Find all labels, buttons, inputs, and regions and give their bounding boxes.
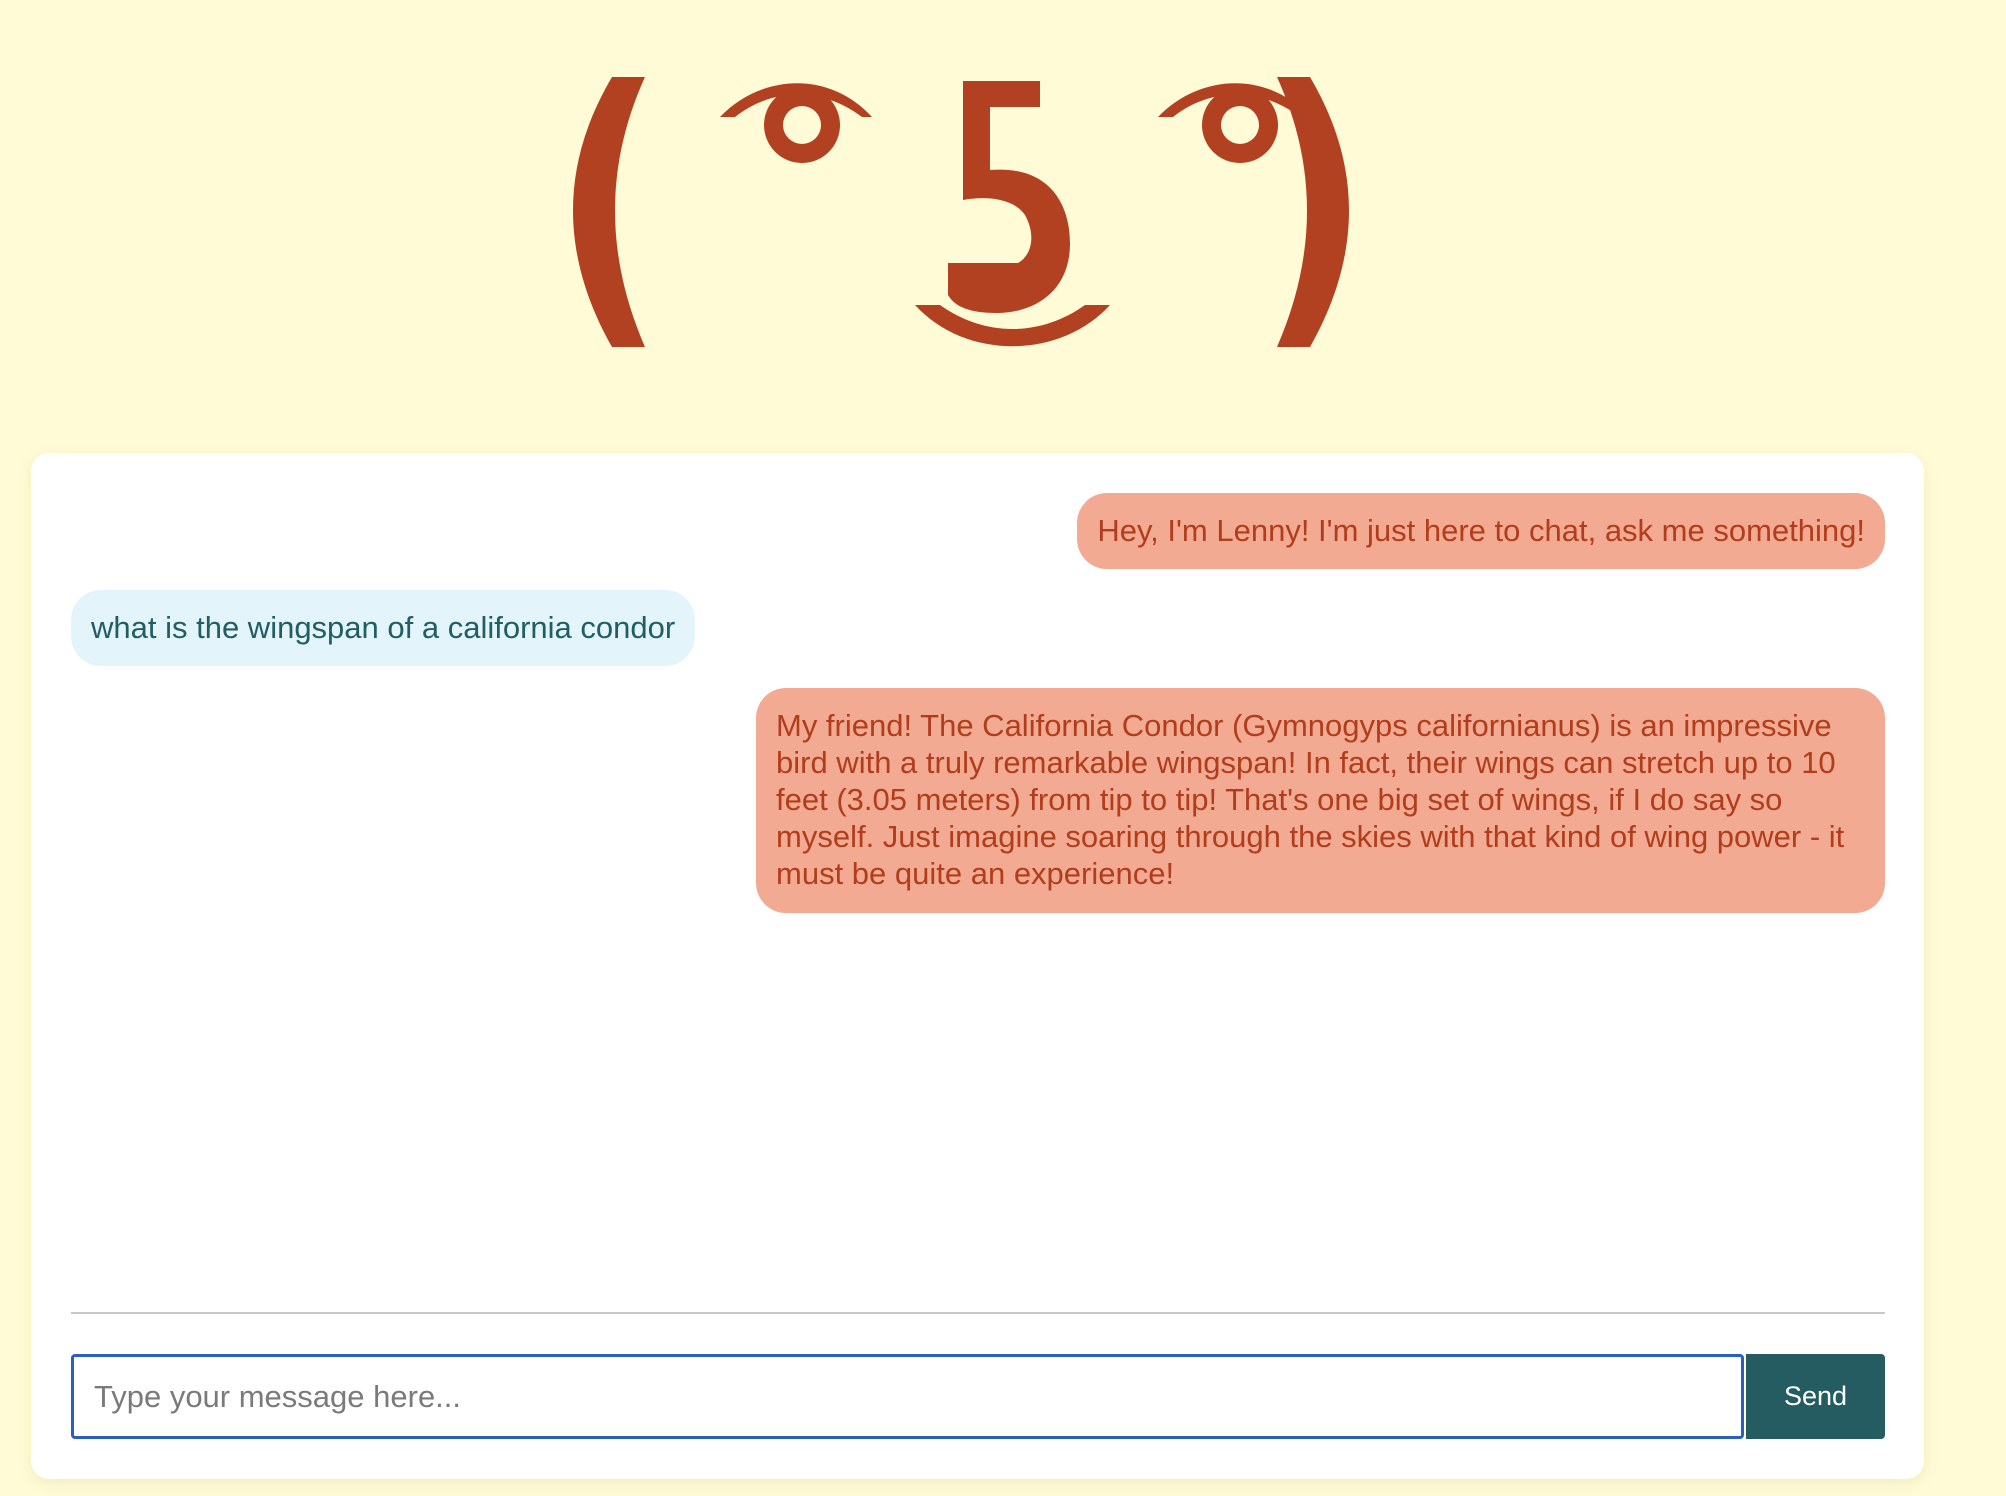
bot-message: Hey, I'm Lenny! I'm just here to chat, a… — [1077, 493, 1885, 569]
nose — [948, 81, 1070, 313]
composer-divider — [71, 1312, 1885, 1314]
lenny-face-logo — [570, 55, 1400, 355]
right-paren — [1277, 77, 1349, 347]
message-composer: Send — [71, 1354, 1885, 1439]
bot-message: My friend! The California Condor (Gymnog… — [756, 688, 1885, 913]
left-paren — [573, 77, 645, 347]
message-input[interactable] — [71, 1354, 1744, 1439]
message-list[interactable]: Hey, I'm Lenny! I'm just here to chat, a… — [71, 493, 1885, 1351]
lenny-chat-page: Hey, I'm Lenny! I'm just here to chat, a… — [0, 0, 2006, 1496]
send-button[interactable]: Send — [1746, 1354, 1885, 1439]
user-message: what is the wingspan of a california con… — [71, 590, 696, 666]
chat-window: Hey, I'm Lenny! I'm just here to chat, a… — [31, 453, 1924, 1479]
